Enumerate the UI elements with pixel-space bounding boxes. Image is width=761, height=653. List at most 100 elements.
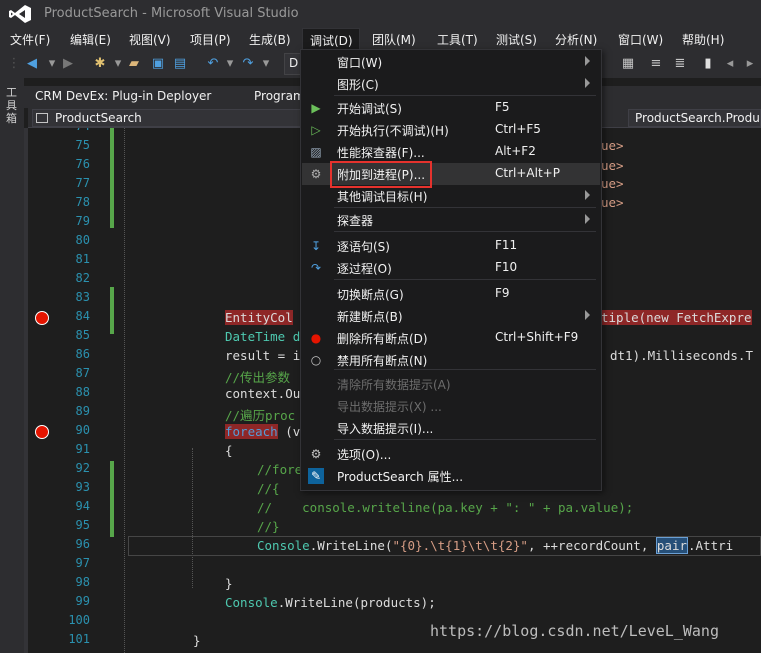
menu-item-delete-all-breakpoints[interactable]: ● 删除所有断点(D) Ctrl+Shift+F9 bbox=[302, 327, 600, 349]
back-icon[interactable]: ◀ bbox=[24, 56, 40, 72]
gear-icon: ⚙ bbox=[310, 447, 322, 461]
breakpoint-icon[interactable] bbox=[35, 425, 49, 439]
menu-0[interactable]: 文件(F) bbox=[10, 31, 50, 48]
menu-item-start-debugging[interactable]: ▶ 开始调试(S) F5 bbox=[302, 97, 600, 119]
dropdown-arrow-icon[interactable]: ▾ bbox=[110, 56, 126, 72]
watermark-text: https://blog.csdn.net/LeveL_Wang bbox=[430, 622, 719, 640]
dropdown-arrow-icon[interactable]: ▾ bbox=[258, 56, 274, 72]
menu-1[interactable]: 编辑(E) bbox=[70, 31, 111, 48]
menu-9[interactable]: 分析(N) bbox=[555, 31, 597, 48]
menu-7[interactable]: 工具(T) bbox=[437, 31, 478, 48]
wrench-icon: ✎ bbox=[308, 468, 324, 484]
bookmark-next-icon[interactable]: ▸ bbox=[742, 56, 758, 72]
menu-item-other-debug-targets[interactable]: 其他调试目标(H) bbox=[302, 185, 600, 207]
menu-item-label: 性能探查器(F)... bbox=[337, 146, 425, 160]
step-into-icon: ↧ bbox=[310, 239, 322, 253]
code-fragment: ue> bbox=[601, 138, 624, 153]
menu-item-label: 其他调试目标(H) bbox=[337, 190, 428, 204]
line-number: 99 bbox=[75, 594, 90, 608]
toolbox-label[interactable]: 工具箱 bbox=[6, 86, 18, 125]
menu-5[interactable]: 调试(D) bbox=[302, 28, 360, 50]
profiler-icon: ▨ bbox=[310, 145, 322, 159]
menu-item-start-without-debugging[interactable]: ▷ 开始执行(不调试)(H) Ctrl+F5 bbox=[302, 119, 600, 141]
menu-item-export-datatips: 导出数据提示(X) ... bbox=[302, 395, 600, 417]
menu-item-profiler[interactable]: 探查器 bbox=[302, 209, 600, 231]
menu-10[interactable]: 窗口(W) bbox=[618, 31, 663, 48]
bookmark-icon[interactable]: ▮ bbox=[700, 56, 716, 72]
open-folder-icon[interactable]: ▰ bbox=[126, 56, 142, 72]
new-project-icon[interactable]: ✱ bbox=[92, 56, 108, 72]
find-icon[interactable]: ▦ bbox=[620, 56, 636, 72]
menu-separator bbox=[334, 95, 596, 96]
indent-guide bbox=[192, 448, 193, 588]
menu-2[interactable]: 视图(V) bbox=[129, 31, 171, 48]
change-marker bbox=[110, 287, 114, 334]
menu-8[interactable]: 测试(S) bbox=[496, 31, 537, 48]
code-line-85: DateTime d bbox=[225, 329, 301, 344]
dropdown-arrow-icon[interactable]: ▾ bbox=[222, 56, 238, 72]
menu-item-shortcut: F10 bbox=[495, 260, 518, 274]
menu-item-label: 新建断点(B) bbox=[337, 310, 403, 324]
save-icon[interactable]: ▣ bbox=[150, 56, 166, 72]
menu-item-windows[interactable]: 窗口(W) bbox=[302, 51, 600, 73]
line-number: 101 bbox=[68, 632, 90, 646]
menu-item-shortcut: F11 bbox=[495, 238, 518, 252]
menu-item-label: 导出数据提示(X) ... bbox=[337, 400, 442, 414]
menu-item-label: ProductSearch 属性... bbox=[337, 470, 464, 484]
toolbox-strip[interactable]: 工具箱 bbox=[0, 78, 24, 653]
uncomment-icon[interactable]: ≣ bbox=[672, 56, 688, 72]
menu-separator bbox=[334, 439, 596, 440]
menu-bar: 文件(F) 编辑(E) 视图(V) 项目(P) 生成(B) 调试(D) 团队(M) 工具(T)… bbox=[0, 28, 761, 50]
line-number: 94 bbox=[75, 499, 90, 513]
line-number: 77 bbox=[75, 176, 90, 190]
menu-4[interactable]: 生成(B) bbox=[249, 31, 291, 48]
tab-crm-devex[interactable]: CRM DevEx: Plug-in Deployer bbox=[35, 89, 211, 103]
visual-studio-logo-icon bbox=[9, 5, 31, 23]
menu-6[interactable]: 团队(M) bbox=[372, 31, 416, 48]
code-line-93: //{ bbox=[257, 481, 280, 496]
menu-item-shortcut: Alt+F2 bbox=[495, 144, 536, 158]
redo-icon[interactable]: ↷ bbox=[240, 56, 256, 72]
menu-separator bbox=[334, 279, 596, 280]
menu-item-clear-datatips: 清除所有数据提示(A) bbox=[302, 373, 600, 395]
menu-item-disable-all-breakpoints[interactable]: ○ 禁用所有断点(N) bbox=[302, 349, 600, 371]
step-over-icon: ↷ bbox=[310, 261, 322, 275]
menu-separator bbox=[334, 231, 596, 232]
breakpoint-gutter[interactable] bbox=[24, 128, 28, 653]
line-number: 89 bbox=[75, 404, 90, 418]
line-number: 95 bbox=[75, 518, 90, 532]
bookmark-prev-icon[interactable]: ◂ bbox=[722, 56, 738, 72]
menu-item-step-into[interactable]: ↧ 逐语句(S) F11 bbox=[302, 235, 600, 257]
dropdown-arrow-icon[interactable]: ▾ bbox=[44, 56, 60, 72]
project-dropdown[interactable]: ProductSearch bbox=[32, 109, 302, 127]
menu-item-label: 导入数据提示(I)... bbox=[337, 422, 434, 436]
menu-item-label: 删除所有断点(D) bbox=[337, 332, 428, 346]
menu-item-shortcut: F9 bbox=[495, 286, 510, 300]
menu-11[interactable]: 帮助(H) bbox=[682, 31, 724, 48]
menu-item-label: 切换断点(G) bbox=[337, 288, 404, 302]
line-number: 81 bbox=[75, 252, 90, 266]
play-outline-icon: ▷ bbox=[311, 123, 321, 137]
undo-icon[interactable]: ↶ bbox=[205, 56, 221, 72]
tab-program[interactable]: Program bbox=[254, 89, 305, 103]
menu-item-graphics[interactable]: 图形(C) bbox=[302, 73, 600, 95]
save-all-icon[interactable]: ▤ bbox=[172, 56, 188, 72]
comment-icon[interactable]: ≡ bbox=[648, 56, 664, 72]
breakpoint-icon[interactable] bbox=[35, 311, 49, 325]
menu-item-label: 清除所有数据提示(A) bbox=[337, 378, 451, 392]
menu-item-new-breakpoint[interactable]: 新建断点(B) bbox=[302, 305, 600, 327]
member-dropdown[interactable]: ProductSearch.Productsear bbox=[628, 109, 761, 127]
menu-item-options[interactable]: ⚙ 选项(O)... bbox=[302, 443, 600, 465]
menu-item-step-over[interactable]: ↷ 逐过程(O) F10 bbox=[302, 257, 600, 279]
menu-item-properties[interactable]: ✎ ProductSearch 属性... bbox=[302, 465, 600, 487]
menu-3[interactable]: 项目(P) bbox=[190, 31, 231, 48]
csharp-project-icon bbox=[36, 113, 48, 123]
submenu-arrow-icon bbox=[585, 214, 590, 224]
menu-item-performance-profiler[interactable]: ▨ 性能探查器(F)... Alt+F2 bbox=[302, 141, 600, 163]
change-marker bbox=[110, 128, 114, 228]
menu-item-import-datatips[interactable]: 导入数据提示(I)... bbox=[302, 417, 600, 439]
code-line-101: } bbox=[193, 633, 201, 648]
line-number: 79 bbox=[75, 214, 90, 228]
forward-icon[interactable]: ▶ bbox=[60, 56, 76, 72]
menu-item-toggle-breakpoint[interactable]: 切换断点(G) F9 bbox=[302, 283, 600, 305]
